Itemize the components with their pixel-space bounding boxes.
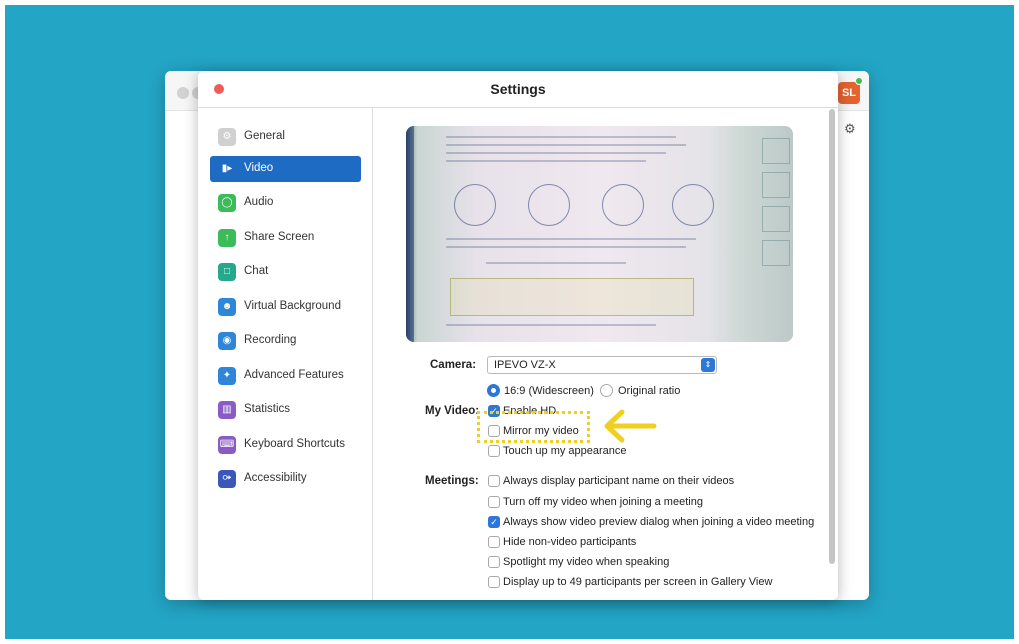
dialog-title: Settings [490,81,546,97]
sidebar-item-statistics[interactable]: ▥ Statistics [210,397,361,423]
bar-chart-icon: ▥ [218,401,236,419]
display-names-checkbox[interactable] [488,475,500,487]
preview-text-line [446,160,646,162]
sidebar-item-label: Statistics [244,403,291,415]
aspect-widescreen-label: 16:9 (Widescreen) [504,385,594,397]
sidebar-item-keyboard-shortcuts[interactable]: ⌨ Keyboard Shortcuts [210,432,361,458]
sidebar-item-label: Chat [244,265,269,277]
preview-diagram [602,184,644,226]
settings-dialog: Settings ⚙ General ▮▸ Video ◯ Audio ↑ Sh… [198,71,838,600]
camera-label: Camera: [430,359,477,371]
preview-diagram [454,184,496,226]
sidebar-item-advanced-features[interactable]: ✦ Advanced Features [210,363,361,389]
headphones-icon: ◯ [218,194,236,212]
user-portrait-icon: ☻ [218,298,236,316]
video-preview-dialog-label: Always show video preview dialog when jo… [503,516,815,528]
gallery-49-label: Display up to 49 participants per screen… [503,576,773,588]
sidebar-item-label: General [244,130,285,142]
gear-icon: ⚙ [218,128,236,146]
preview-margin-box [762,206,790,232]
preview-text-line [486,262,626,264]
aspect-original-radio[interactable] [600,384,613,397]
sidebar-item-label: Keyboard Shortcuts [244,438,346,450]
preview-text-line [446,246,686,248]
sidebar-item-accessibility[interactable]: ⚩ Accessibility [210,466,361,492]
preview-text-line [446,152,666,154]
enable-hd-checkbox[interactable]: ✓ [488,405,500,417]
preview-text-line [446,324,656,326]
camera-select-value: IPEVO VZ-X [494,359,556,371]
touch-up-label: Touch up my appearance [503,445,627,457]
mirror-video-label: Mirror my video [503,425,579,437]
avatar[interactable]: SL [838,82,860,104]
display-names-label: Always display participant name on their… [503,475,735,487]
turn-off-video-label: Turn off my video when joining a meeting [503,496,703,508]
aspect-widescreen-radio[interactable] [487,384,500,397]
window-dot[interactable] [177,87,189,99]
turn-off-video-checkbox[interactable] [488,496,500,508]
sidebar-item-label: Video [244,162,274,174]
sidebar-item-label: Recording [244,334,297,346]
preview-text-line [446,144,686,146]
sidebar-item-label: Virtual Background [244,300,341,312]
dialog-titlebar: Settings [198,71,838,108]
camera-select[interactable]: IPEVO VZ-X ⇕ [487,356,717,374]
sidebar-item-audio[interactable]: ◯ Audio [210,190,361,216]
aspect-original-label: Original ratio [618,385,681,397]
video-camera-icon: ▮▸ [218,160,236,178]
spotlight-label: Spotlight my video when speaking [503,556,670,568]
chat-bubble-icon: □ [218,263,236,281]
enable-hd-label: Enable HD [503,405,557,417]
preview-text-line [446,136,676,138]
my-video-label: My Video: [425,405,480,417]
preview-book-edge [406,126,414,342]
preview-margin-box [762,172,790,198]
sidebar-item-label: Share Screen [244,231,315,243]
preview-margin-box [762,138,790,164]
spotlight-checkbox[interactable] [488,556,500,568]
meetings-label: Meetings: [425,475,479,487]
video-preview-dialog-checkbox[interactable]: ✓ [488,516,500,528]
sidebar-item-video[interactable]: ▮▸ Video [210,156,361,182]
preview-definition-box [450,278,694,316]
preview-diagram [528,184,570,226]
preview-text-line [446,238,696,240]
sidebar-item-label: Audio [244,196,274,208]
video-settings-panel: Camera: IPEVO VZ-X ⇕ 16:9 (Widescreen) O… [374,108,838,600]
sidebar-item-recording[interactable]: ◉ Recording [210,328,361,354]
hide-non-video-label: Hide non-video participants [503,536,637,548]
sidebar-item-virtual-background[interactable]: ☻ Virtual Background [210,294,361,320]
mirror-video-checkbox[interactable] [488,425,500,437]
online-status-dot [855,77,863,85]
share-screen-icon: ↑ [218,229,236,247]
hide-non-video-checkbox[interactable] [488,536,500,548]
camera-preview [406,126,793,342]
sidebar-item-chat[interactable]: □ Chat [210,259,361,285]
sparkles-icon: ✦ [218,367,236,385]
record-icon: ◉ [218,332,236,350]
touch-up-checkbox[interactable] [488,445,500,457]
settings-scrollbar[interactable] [829,109,835,564]
gallery-49-checkbox[interactable] [488,576,500,588]
preview-diagram [672,184,714,226]
accessibility-icon: ⚩ [218,470,236,488]
gear-icon[interactable]: ⚙ [844,121,856,137]
sidebar-item-label: Accessibility [244,472,307,484]
sidebar-item-general[interactable]: ⚙ General [210,124,361,150]
chevron-updown-icon: ⇕ [701,358,715,372]
sidebar-item-share-screen[interactable]: ↑ Share Screen [210,225,361,251]
sidebar-item-label: Advanced Features [244,369,344,381]
preview-margin-box [762,240,790,266]
settings-sidebar: ⚙ General ▮▸ Video ◯ Audio ↑ Share Scree… [198,108,373,600]
keyboard-icon: ⌨ [218,436,236,454]
